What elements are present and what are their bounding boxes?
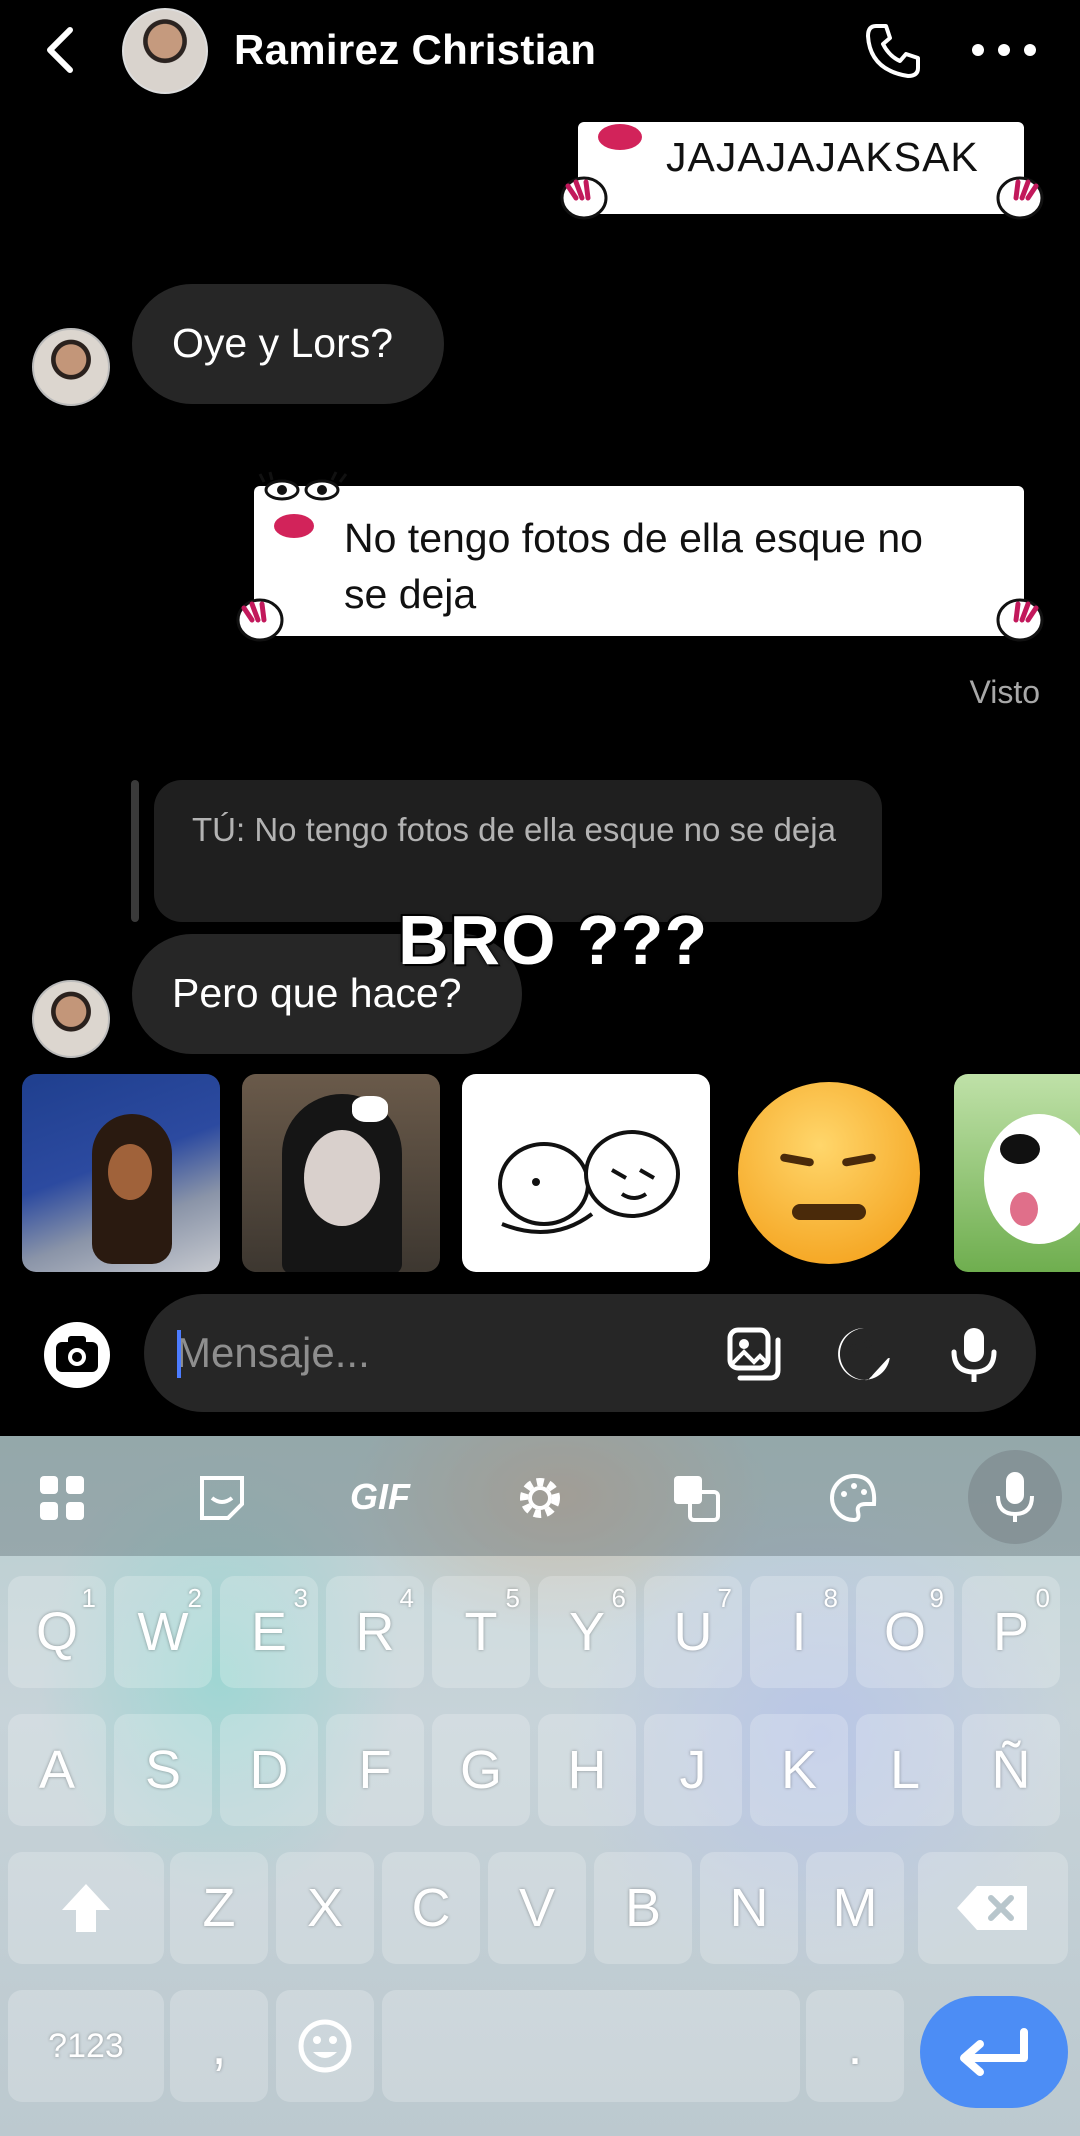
sender-avatar[interactable]	[32, 980, 110, 1058]
gallery-icon[interactable]	[724, 1324, 784, 1384]
message-text: Oye y Lors?	[172, 320, 394, 366]
apps-grid-icon[interactable]	[36, 1472, 88, 1524]
enter-key[interactable]	[920, 1996, 1068, 2108]
key-n-tilde[interactable]: Ñ	[962, 1714, 1060, 1826]
settings-gear-icon[interactable]	[514, 1472, 566, 1524]
key-n[interactable]: N	[700, 1852, 798, 1964]
key-v[interactable]: V	[488, 1852, 586, 1964]
voice-input-button[interactable]	[968, 1450, 1062, 1544]
message-input[interactable]	[176, 1324, 696, 1382]
reply-indicator-bar	[131, 780, 139, 922]
seen-status: Visto	[969, 674, 1040, 710]
key-s[interactable]: S	[114, 1714, 212, 1826]
translate-icon[interactable]	[670, 1472, 722, 1524]
key-l[interactable]: L	[856, 1714, 954, 1826]
key-p[interactable]: P0	[962, 1576, 1060, 1688]
period-key[interactable]: .	[806, 1990, 904, 2102]
key-k[interactable]: K	[750, 1714, 848, 1826]
key-c[interactable]: C	[382, 1852, 480, 1964]
space-bar[interactable]	[382, 1990, 800, 2102]
video-overlay-caption: BRO ???	[398, 901, 709, 979]
message-text: No tengo fotos de ella esque no se deja	[344, 515, 923, 617]
key-m[interactable]: M	[806, 1852, 904, 1964]
key-f[interactable]: F	[326, 1714, 424, 1826]
emoji-smiley-icon	[298, 2019, 352, 2073]
key-a[interactable]: A	[8, 1714, 106, 1826]
symbols-key[interactable]: ?123	[8, 1990, 164, 2102]
sender-avatar[interactable]	[32, 328, 110, 406]
keyboard-toolbar: GIF	[0, 1436, 1080, 1556]
backspace-icon	[957, 1886, 1027, 1930]
key-z[interactable]: Z	[170, 1852, 268, 1964]
microphone-icon[interactable]	[944, 1324, 1004, 1384]
chat-header: Ramirez Christian	[0, 0, 1080, 100]
shift-arrow-icon	[62, 1884, 110, 1932]
onscreen-keyboard: GIF Q1 W2 E3 R4 T5 Y6 U7 I8 O9 P0 A S D	[0, 1436, 1080, 2136]
sent-message-bubble[interactable]: JAJAJAJAKSAK	[578, 122, 1024, 214]
sticker-suggestion-cow[interactable]	[954, 1074, 1080, 1272]
key-d[interactable]: D	[220, 1714, 318, 1826]
text-caret	[177, 1330, 181, 1378]
back-arrow-icon[interactable]	[38, 22, 86, 78]
backspace-key[interactable]	[918, 1852, 1068, 1964]
key-w[interactable]: W2	[114, 1576, 212, 1688]
camera-button[interactable]	[44, 1322, 110, 1388]
key-e[interactable]: E3	[220, 1576, 318, 1688]
message-text: JAJAJAJAKSAK	[666, 134, 979, 180]
received-message-bubble[interactable]: Oye y Lors?	[132, 284, 444, 404]
gif-suggestion-person[interactable]	[242, 1074, 440, 1272]
hand-sticker-icon	[996, 176, 1044, 220]
microphone-icon	[996, 1472, 1034, 1522]
key-q[interactable]: Q1	[8, 1576, 106, 1688]
contact-avatar[interactable]	[122, 8, 208, 94]
theme-palette-icon[interactable]	[828, 1472, 880, 1524]
sticker-suggestion-cartoon[interactable]	[462, 1074, 710, 1272]
key-o[interactable]: O9	[856, 1576, 954, 1688]
emoji-key[interactable]	[276, 1990, 374, 2102]
sticker-note-icon[interactable]	[196, 1472, 248, 1524]
key-u[interactable]: U7	[644, 1576, 742, 1688]
key-x[interactable]: X	[276, 1852, 374, 1964]
hand-sticker-icon	[560, 176, 608, 220]
key-t[interactable]: T5	[432, 1576, 530, 1688]
key-r[interactable]: R4	[326, 1576, 424, 1688]
key-b[interactable]: B	[594, 1852, 692, 1964]
hand-sticker-icon	[996, 598, 1044, 642]
gif-button[interactable]: GIF	[350, 1476, 410, 1518]
camera-icon	[56, 1336, 98, 1372]
key-y[interactable]: Y6	[538, 1576, 636, 1688]
key-g[interactable]: G	[432, 1714, 530, 1826]
shift-key[interactable]	[8, 1852, 164, 1964]
more-options-icon[interactable]	[972, 22, 1036, 78]
key-j[interactable]: J	[644, 1714, 742, 1826]
eyes-lips-sticker-icon	[258, 471, 348, 538]
contact-name[interactable]: Ramirez Christian	[234, 26, 596, 74]
enter-arrow-icon	[960, 2028, 1028, 2076]
message-composer	[144, 1294, 1036, 1412]
sent-message-bubble[interactable]: No tengo fotos de ella esque no se deja	[254, 486, 1024, 636]
key-h[interactable]: H	[538, 1714, 636, 1826]
emoji-suggestion-weary-face[interactable]	[730, 1074, 928, 1272]
gif-suggestion-dog[interactable]	[22, 1074, 220, 1272]
sticker-icon[interactable]	[834, 1324, 894, 1384]
comma-key[interactable]: ,	[170, 1990, 268, 2102]
key-i[interactable]: I8	[750, 1576, 848, 1688]
phone-call-icon[interactable]	[862, 20, 924, 82]
lips-sticker-icon	[598, 124, 642, 150]
hand-sticker-icon	[236, 598, 284, 642]
